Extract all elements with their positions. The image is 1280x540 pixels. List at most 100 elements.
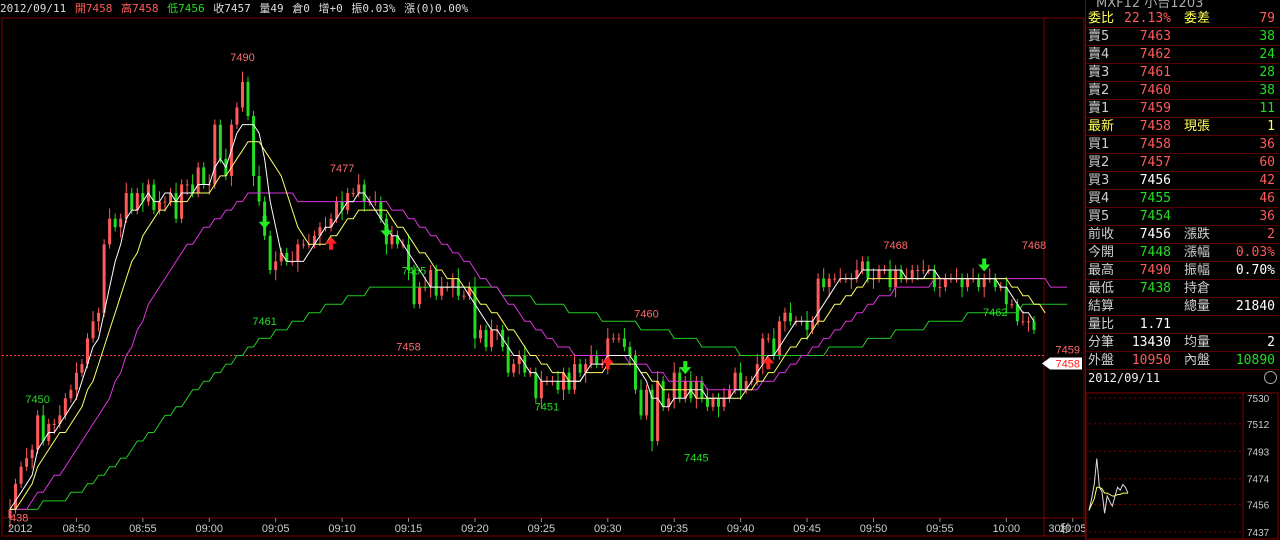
candle-body [240,81,244,108]
price-label: 7465 [402,266,426,278]
candle-body [633,355,637,390]
intraday-candlestick-chart[interactable]: 4387450749074617477746574587451746074457… [0,0,1085,540]
mini-tick-label: 7474 [1247,475,1270,486]
candle-body [157,201,161,211]
quote-v1: 1.71 [1139,317,1171,332]
price-label: 7462 [983,307,1007,319]
quote-row: 委比 22.13% 委差 79 [1086,10,1279,28]
quote-l2: 振幅 [1184,263,1211,278]
crosshair-icon[interactable] [1264,371,1277,384]
candle-body [25,458,29,467]
candle-body [573,364,577,390]
quote-v1: 7490 [1139,263,1171,278]
quote-l1: 今開 [1088,245,1115,260]
quote-row: 賣1 7459 11 [1086,100,1279,118]
candle-body [163,201,167,203]
price-label: 7477 [330,163,354,175]
quote-v1: 7456 [1139,227,1171,242]
candle-body [977,278,981,288]
quote-row: 買4 7455 46 [1086,190,1279,208]
quote-v1: 7459 [1139,101,1171,116]
mini-tick-label: 7530 [1247,394,1270,405]
candle-body [1021,321,1025,323]
candle-body [213,124,217,185]
quote-v2: 36 [1259,137,1275,152]
candle-body [69,389,73,399]
candle-body [921,270,925,271]
candle-body [611,338,615,340]
quote-v2: 38 [1259,29,1275,44]
quote-l2: 委差 [1184,11,1211,26]
candle-body [860,261,864,270]
quote-v2: 2 [1267,335,1275,350]
candle-body [595,355,599,365]
price-label: 7468 [1022,240,1046,252]
candle-body [827,278,831,288]
quote-l1: 買3 [1088,173,1110,188]
quote-v2: 24 [1259,47,1275,62]
quote-v1: 10950 [1131,353,1171,368]
quote-row: 買2 7457 60 [1086,154,1279,172]
quote-l1: 最低 [1088,281,1115,296]
x-tick-label: 09:50 [860,523,888,535]
sell-arrow-icon [679,361,692,375]
ma60-line [10,286,1068,510]
quote-v2: 0.70% [1235,263,1275,278]
candle-body [833,278,837,280]
candle-body [534,372,538,399]
candle-body [656,381,660,442]
quote-row: 賣5 7463 38 [1086,28,1279,46]
candle-body [484,329,488,347]
quote-l1: 賣5 [1088,29,1110,44]
candle-body [938,287,942,289]
quote-l1: 買5 [1088,209,1110,224]
candle-body [301,244,305,246]
candle-body [462,295,466,297]
x-tick-label: 09:20 [461,523,489,535]
current-price-text: 7458 [1056,359,1080,371]
quote-v1: 7462 [1139,47,1171,62]
candle-body [296,244,300,262]
candle-body [916,270,920,271]
candle-body [36,415,40,450]
quote-l1: 最高 [1088,263,1115,278]
quote-row: 外盤 10950 內盤 10890 [1086,352,1279,370]
candle-body [91,321,95,339]
candle-body [74,372,78,390]
candle-body [705,398,709,407]
quote-v1: 7460 [1139,83,1171,98]
candle-body [556,381,560,390]
quote-v2: 46 [1259,191,1275,206]
price-label: 7460 [634,308,658,320]
candle-body [645,389,649,416]
price-label: 7451 [535,401,559,413]
quote-v1: 7458 [1139,137,1171,152]
candle-body [716,398,720,407]
candle-body [617,338,621,340]
quote-l2: 現張 [1184,119,1211,134]
mini-frame [1085,392,1279,540]
quote-v2: 1 [1267,119,1275,134]
candle-body [97,312,101,322]
last-price-label: 7459 [1056,345,1080,357]
price-label: 7461 [252,316,276,328]
candle-body [943,278,947,288]
quote-v2: 42 [1259,173,1275,188]
candle-body [418,287,422,305]
quote-v1: 7455 [1139,191,1171,206]
quote-l1: 賣2 [1088,83,1110,98]
price-label: 7445 [684,453,708,465]
candle-body [766,338,770,340]
candle-body [512,364,516,373]
candle-body [722,398,726,407]
candle-body [761,338,765,365]
quote-v1: 7457 [1139,155,1171,170]
mini-tick-label: 7493 [1247,447,1270,458]
quote-l2: 漲幅 [1184,245,1211,260]
candle-body [805,321,809,330]
quote-l2: 總量 [1184,299,1211,314]
mini-tick-label: 7512 [1247,420,1270,431]
candle-body [1032,321,1036,330]
mini-overview-chart[interactable]: 7530 7512 7493 7474 7456 7437 [1085,392,1280,540]
quote-v1: 7456 [1139,173,1171,188]
